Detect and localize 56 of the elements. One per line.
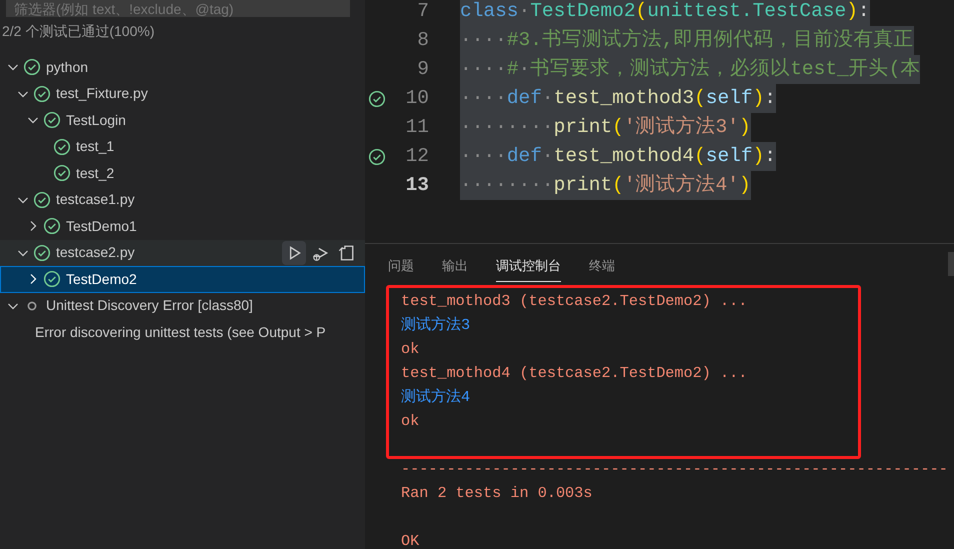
- test-summary: 2/2 个测试已通过(100%): [1, 22, 156, 41]
- tree-item[interactable]: TestDemo1: [0, 213, 365, 240]
- tree-item[interactable]: test_Fixture.py: [0, 80, 365, 107]
- tree-label: TestLogin: [66, 110, 126, 130]
- tree-label: test_1: [76, 137, 114, 156]
- tree-label: Unittest Discovery Error [class80]: [46, 296, 253, 316]
- test-passed-icon: [368, 90, 386, 108]
- panel-tab[interactable]: 终端: [589, 254, 615, 282]
- line-number: 11: [404, 114, 429, 140]
- tree-label: TestDemo1: [66, 216, 137, 236]
- tree-item[interactable]: test_1: [0, 134, 365, 160]
- console-line: ok: [401, 410, 420, 432]
- tree-item[interactable]: Unittest Discovery Error [class80]: [0, 292, 365, 319]
- panel-tab[interactable]: 调试控制台: [496, 254, 561, 282]
- console-line: ------------------------------------------------------------: [401, 458, 949, 480]
- line-number: 8: [416, 28, 429, 53]
- tree-item[interactable]: testcase2.py: [0, 240, 365, 266]
- check-circle-icon: [33, 190, 51, 209]
- tree-item[interactable]: TestLogin: [0, 107, 365, 134]
- line-number: 12: [404, 144, 429, 169]
- check-circle-icon: [53, 164, 71, 182]
- tree-label: TestDemo2: [66, 270, 137, 289]
- tree-label: test_Fixture.py: [56, 84, 148, 104]
- tree-label: python: [46, 58, 88, 77]
- console-line: 测试方法3: [401, 314, 472, 336]
- check-circle-icon: [23, 58, 41, 76]
- check-circle-icon: [53, 138, 71, 156]
- console-line: test_mothod4 (testcase2.TestDemo2) ...: [401, 362, 748, 384]
- panel-tab[interactable]: 问题: [388, 254, 414, 282]
- line-number: 13: [404, 172, 429, 198]
- console-line: OK: [401, 530, 420, 546]
- tree-item[interactable]: testcase1.py: [0, 186, 365, 213]
- console-line: test_mothod3 (testcase2.TestDemo2) ...: [401, 290, 748, 312]
- check-circle-icon: [43, 270, 61, 288]
- filter-field[interactable]: 筛选器(例如 text、!exclude、@tag): [6, 0, 350, 17]
- console-line: 测试方法4: [401, 386, 472, 408]
- tree-label: Error discovering unittest tests (see Output > P: [35, 322, 326, 342]
- tree-label: testcase1.py: [56, 190, 135, 210]
- console-line: ok: [401, 338, 420, 360]
- check-circle-icon: [33, 84, 51, 103]
- line-number: 10: [404, 86, 429, 111]
- check-circle-icon: [43, 217, 61, 236]
- tree-item[interactable]: TestDemo2: [0, 266, 365, 292]
- tree-item[interactable]: Error discovering unittest tests (see Output > P: [0, 319, 365, 346]
- line-number: 7: [416, 0, 429, 24]
- tree-item[interactable]: test_2: [0, 160, 365, 186]
- check-circle-icon: [33, 244, 51, 262]
- run-icon[interactable]: [282, 240, 306, 265]
- line-number: 9: [416, 56, 429, 82]
- test-passed-icon: [368, 148, 386, 166]
- tree-label: testcase2.py: [56, 243, 135, 262]
- check-circle-icon: [43, 111, 61, 130]
- tree-label: test_2: [76, 164, 114, 183]
- console-line: Ran 2 tests in 0.003s: [401, 482, 594, 504]
- panel-tab[interactable]: 输出: [442, 254, 468, 282]
- tree-item[interactable]: python: [0, 54, 365, 80]
